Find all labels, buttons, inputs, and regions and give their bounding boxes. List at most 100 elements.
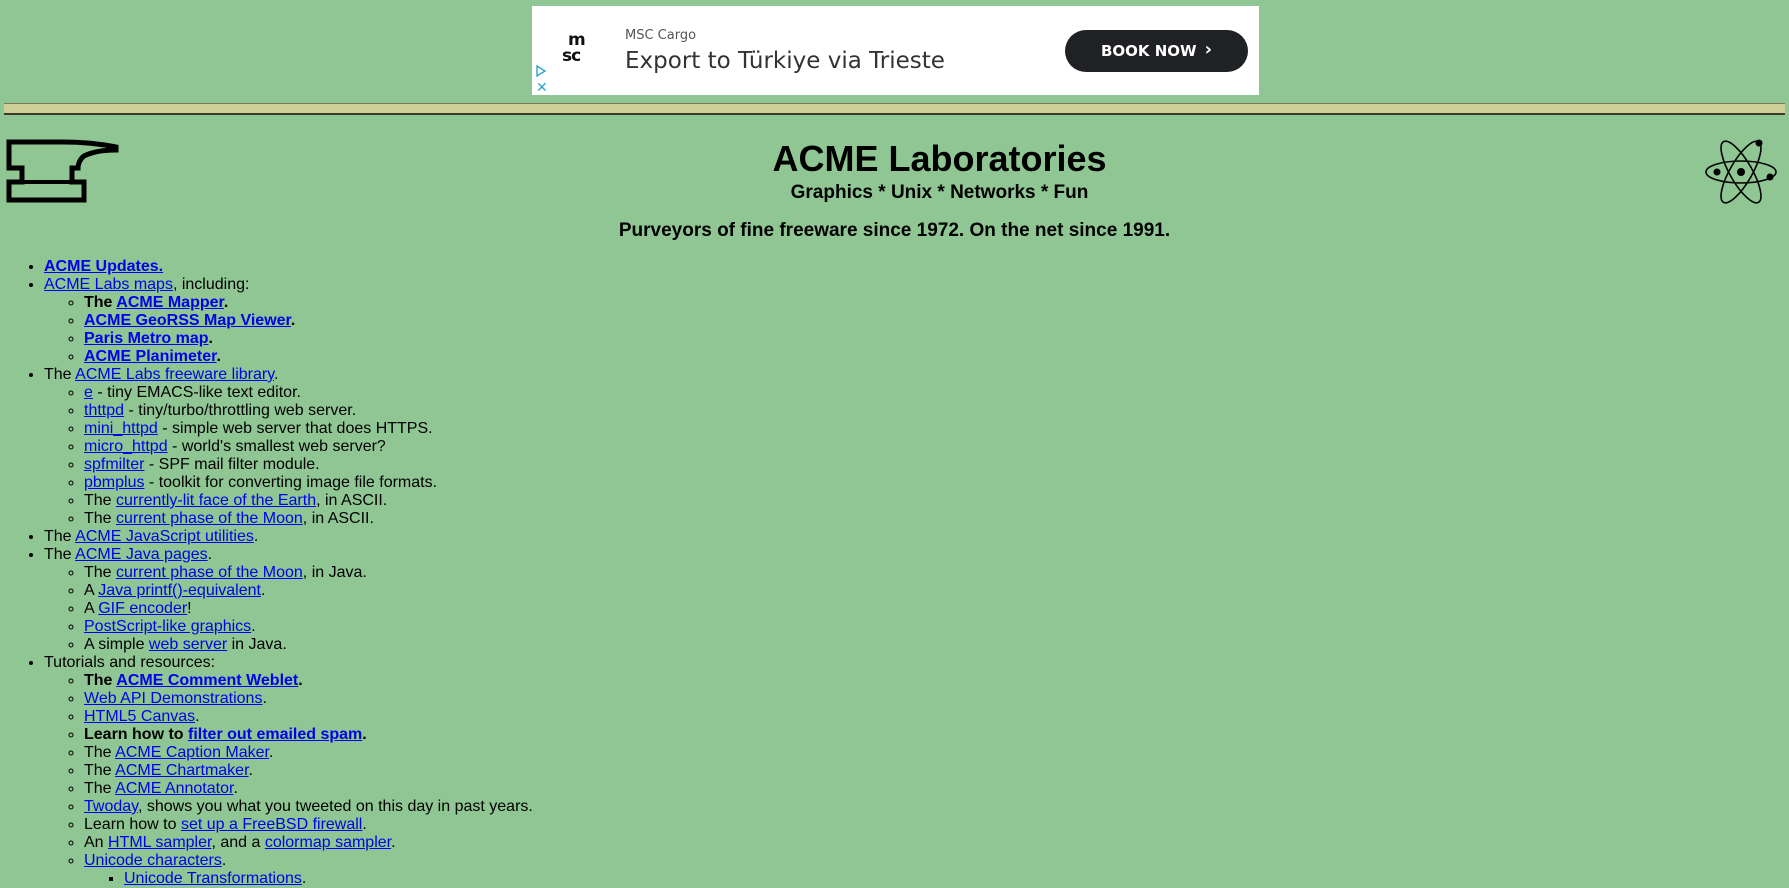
list-text: The (84, 780, 116, 797)
list-text: The (84, 492, 117, 509)
mini-httpd-link[interactable]: mini_httpd (84, 420, 158, 437)
moon-ascii-link[interactable]: current phase of the Moon (116, 510, 303, 527)
spfmilter-link[interactable]: spfmilter (84, 456, 144, 473)
list-text: - tiny EMACS-like text editor. (92, 384, 301, 401)
list-text: , shows you what you tweeted on this day… (137, 798, 533, 815)
list-item: The ACME Comment Weblet. (84, 672, 1789, 690)
list-item: PostScript-like graphics. (84, 618, 1789, 636)
list-text: - SPF mail filter module. (144, 456, 320, 473)
filter-spam-link[interactable]: filter out emailed spam (188, 726, 362, 743)
web-api-demos-link[interactable]: Web API Demonstrations (84, 690, 262, 707)
unicode-characters-link[interactable]: Unicode characters (84, 852, 222, 869)
main-list: ACME Updates. ACME Labs maps, including:… (0, 258, 1789, 888)
caption-maker-link[interactable]: ACME Caption Maker (115, 744, 269, 761)
list-text: , in Java. (302, 564, 367, 581)
list-item: A simple web server in Java. (84, 636, 1789, 654)
list-text: The (44, 528, 76, 545)
logo-text-bottom: sc (562, 46, 581, 66)
list-item: The ACME Labs freeware library. e - tiny… (44, 366, 1789, 528)
thttpd-link[interactable]: thttpd (84, 402, 124, 419)
chartmaker-link[interactable]: ACME Chartmaker (115, 762, 248, 779)
unicode-transformations-link[interactable]: Unicode Transformations (124, 870, 302, 887)
planimeter-link[interactable]: ACME Planimeter (84, 348, 216, 365)
list-text: The (84, 564, 117, 581)
list-item: ACME Planimeter. (84, 348, 1789, 366)
horizontal-rule (4, 103, 1785, 115)
list-item: The ACME Chartmaker. (84, 762, 1789, 780)
list-text: Learn how to (84, 726, 188, 743)
list-item: The ACME Caption Maker. (84, 744, 1789, 762)
list-item: A GIF encoder! (84, 600, 1789, 618)
list-item: A Java printf()-equivalent. (84, 582, 1789, 600)
java-pages-link[interactable]: ACME Java pages (75, 546, 208, 563)
list-text: - tiny/turbo/throttling web server. (124, 402, 357, 419)
chevron-right-icon: › (1204, 39, 1213, 60)
list-text: The (84, 744, 116, 761)
html-sampler-link[interactable]: HTML sampler (108, 834, 211, 851)
list-item: The ACME Annotator. (84, 780, 1789, 798)
list-text: - toolkit for converting image file form… (144, 474, 438, 491)
ad-headline[interactable]: Export to Türkiye via Trieste (625, 48, 945, 74)
list-text: A (84, 582, 99, 599)
list-item: spfmilter - SPF mail filter module. (84, 456, 1789, 474)
html5-canvas-link[interactable]: HTML5 Canvas (84, 708, 195, 725)
acme-updates-link[interactable]: ACME Updates. (44, 258, 163, 275)
list-text: in Java. (227, 636, 287, 653)
list-item: ACME Updates. (44, 258, 1789, 276)
list-text: - simple web server that does HTTPS. (157, 420, 433, 437)
list-item: Unicode characters. Unicode Transformati… (84, 852, 1789, 888)
comment-weblet-link[interactable]: ACME Comment Weblet (116, 672, 298, 689)
earth-ascii-link[interactable]: currently-lit face of the Earth (116, 492, 316, 509)
freebsd-firewall-link[interactable]: set up a FreeBSD firewall (181, 816, 362, 833)
list-text: A simple (84, 636, 149, 653)
list-item: Tutorials and resources: The ACME Commen… (44, 654, 1789, 888)
list-item: e - tiny EMACS-like text editor. (84, 384, 1789, 402)
pbmplus-link[interactable]: pbmplus (84, 474, 144, 491)
list-item: Paris Metro map. (84, 330, 1789, 348)
list-text: ! (187, 600, 192, 617)
list-text: The (44, 546, 76, 563)
list-text: A (84, 600, 99, 617)
list-item: The ACME Java pages. The current phase o… (44, 546, 1789, 654)
georss-viewer-link[interactable]: ACME GeoRSS Map Viewer (84, 312, 291, 329)
book-now-button[interactable]: BOOK NOW › (1065, 30, 1248, 72)
java-web-server-link[interactable]: web server (149, 636, 227, 653)
twoday-link[interactable]: Twoday (84, 798, 138, 815)
list-item: ACME GeoRSS Map Viewer. (84, 312, 1789, 330)
msc-logo: m sc (562, 32, 596, 66)
page-title: ACME Laboratories (772, 138, 1107, 179)
list-item: HTML5 Canvas. (84, 708, 1789, 726)
list-item: The current phase of the Moon, in ASCII. (84, 510, 1789, 528)
freeware-library-link[interactable]: ACME Labs freeware library (75, 366, 274, 383)
book-now-label: BOOK NOW (1100, 42, 1197, 60)
page-subtitle: Graphics * Unix * Networks * Fun (790, 182, 1089, 203)
list-text: The (84, 294, 117, 311)
list-text: , including: (172, 276, 250, 293)
list-item: The current phase of the Moon, in Java. (84, 564, 1789, 582)
ad-close-icon[interactable]: ✕ (536, 80, 548, 94)
acme-mapper-link[interactable]: ACME Mapper (116, 294, 224, 311)
list-item: mini_httpd - simple web server that does… (84, 420, 1789, 438)
java-printf-link[interactable]: Java printf()-equivalent (98, 582, 261, 599)
gif-encoder-link[interactable]: GIF encoder (98, 600, 187, 617)
list-text: The (84, 762, 116, 779)
list-item: pbmplus - toolkit for converting image f… (84, 474, 1789, 492)
list-item: Learn how to filter out emailed spam. (84, 726, 1789, 744)
e-editor-link[interactable]: e (84, 384, 93, 401)
tagline: Purveyors of fine freeware since 1972. O… (618, 220, 1171, 241)
list-text: The (84, 510, 117, 527)
list-item: The ACME JavaScript utilities. (44, 528, 1789, 546)
postscript-graphics-link[interactable]: PostScript-like graphics (84, 618, 251, 635)
colormap-sampler-link[interactable]: colormap sampler (265, 834, 391, 851)
annotator-link[interactable]: ACME Annotator (115, 780, 233, 797)
micro-httpd-link[interactable]: micro_httpd (84, 438, 168, 455)
moon-java-link[interactable]: current phase of the Moon (116, 564, 303, 581)
list-text: , in ASCII. (316, 492, 388, 509)
list-item: Web API Demonstrations. (84, 690, 1789, 708)
list-text: The (44, 366, 76, 383)
javascript-utilities-link[interactable]: ACME JavaScript utilities (75, 528, 254, 545)
ad-banner[interactable]: m sc MSC Cargo Export to Türkiye via Tri… (532, 6, 1259, 95)
paris-metro-link[interactable]: Paris Metro map (84, 330, 208, 347)
list-item: micro_httpd - world's smallest web serve… (84, 438, 1789, 456)
acme-labs-maps-link[interactable]: ACME Labs maps (44, 276, 173, 293)
